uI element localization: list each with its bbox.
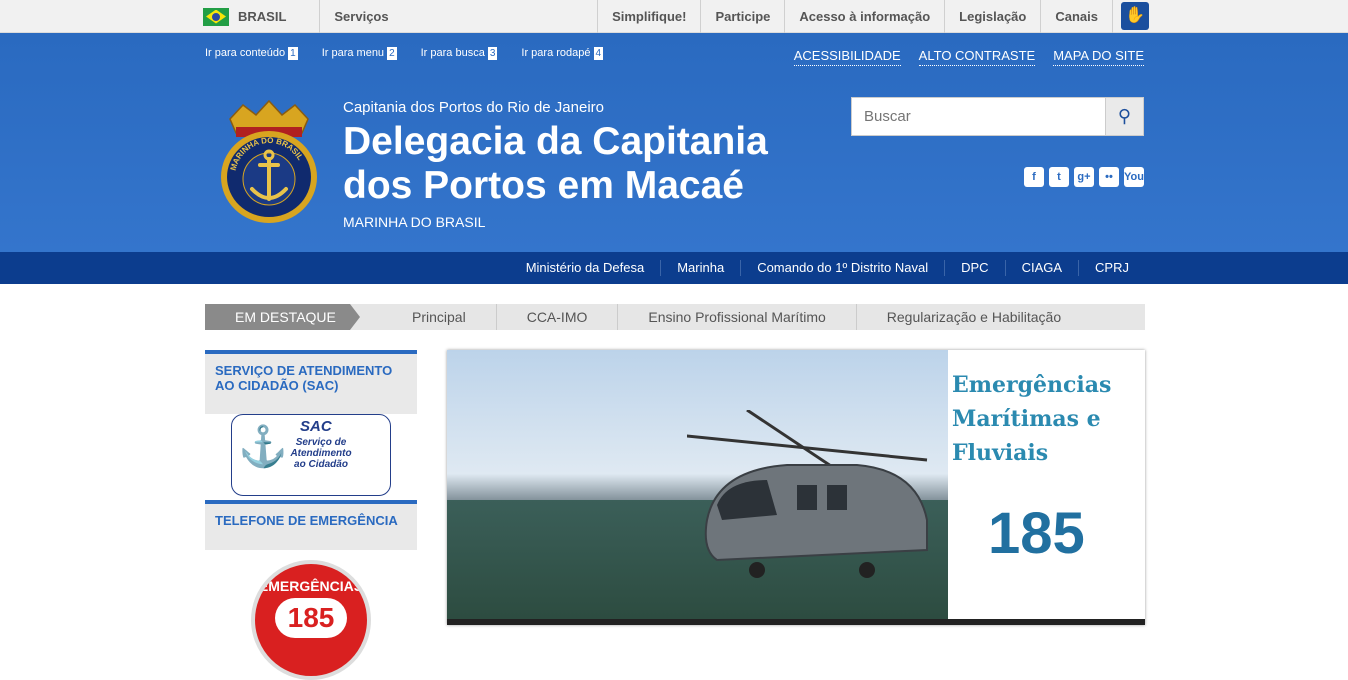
simplifique-link[interactable]: Simplifique! [597, 0, 700, 33]
nav-cprj[interactable]: CPRJ [1078, 260, 1145, 276]
social-links: f t g+ •• You [1024, 167, 1144, 187]
sign-language-icon[interactable]: ✋ [1121, 2, 1149, 30]
search-button[interactable]: ⚲ [1105, 97, 1144, 136]
tab-ensino-profissional[interactable]: Ensino Profissional Marítimo [618, 304, 857, 330]
skip-footer-link[interactable]: Ir para rodapé 4 [521, 47, 604, 60]
nav-comando-1-distrito[interactable]: Comando do 1º Distrito Naval [740, 260, 944, 276]
helicopter-image [687, 410, 928, 578]
site-subtitle: Capitania dos Portos do Rio de Janeiro [343, 99, 604, 116]
facebook-icon[interactable]: f [1024, 167, 1044, 187]
flickr-icon[interactable]: •• [1099, 167, 1119, 187]
accessibility-links: ACESSIBILIDADE ALTO CONTRASTE MAPA DO SI… [793, 48, 1144, 66]
alto-contraste-link[interactable]: ALTO CONTRASTE [918, 48, 1036, 66]
twitter-icon[interactable]: t [1049, 167, 1069, 187]
participe-link[interactable]: Participe [700, 0, 784, 33]
canais-link[interactable]: Canais [1040, 0, 1113, 33]
helicopter-photo [447, 350, 948, 625]
sac-logo-title: SAC [300, 418, 332, 435]
anchor-icon: ⚓ [238, 425, 288, 469]
top-bar: BRASIL Serviços Simplifique! Participe A… [0, 0, 1348, 33]
sidebar: SERVIÇO DE ATENDIMENTO AO CIDADÃO (SAC) … [205, 350, 417, 680]
banner-text-panel: Emergências Marítimas e Fluviais 185 [948, 350, 1145, 625]
sac-logo-subtitle: Serviço de Atendimento ao Cidadão [290, 437, 352, 470]
tab-principal[interactable]: Principal [360, 304, 497, 330]
banner-number: 185 [988, 501, 1085, 566]
skip-search-link[interactable]: Ir para busca 3 [421, 47, 498, 60]
banner-caption-bar [447, 619, 1145, 625]
em-destaque-label: EM DESTAQUE [205, 304, 360, 330]
google-plus-icon[interactable]: g+ [1074, 167, 1094, 187]
featured-banner[interactable]: Emergências Marítimas e Fluviais 185 [447, 350, 1145, 625]
topbar-right: Simplifique! Participe Acesso à informaç… [597, 0, 1149, 33]
emergency-badge-number: 185 [275, 598, 347, 638]
site-title[interactable]: Delegacia da Capitania dos Portos em Mac… [343, 120, 843, 208]
emergency-185-badge[interactable]: EMERGÊNCIAS 185 [251, 560, 371, 680]
skip-menu-link[interactable]: Ir para menu 2 [322, 47, 397, 60]
legislacao-link[interactable]: Legislação [944, 0, 1040, 33]
brasil-link[interactable]: BRASIL [238, 0, 321, 33]
brazil-flag-icon [203, 7, 229, 26]
emergency-badge-text: EMERGÊNCIAS [258, 578, 364, 594]
nav-marinha[interactable]: Marinha [660, 260, 740, 276]
nav-dpc[interactable]: DPC [944, 260, 1004, 276]
sac-logo[interactable]: ⚓ SAC Serviço de Atendimento ao Cidadão [231, 414, 391, 496]
nav-ministerio-defesa[interactable]: Ministério da Defesa [510, 260, 661, 276]
header: Ir para conteúdo 1 Ir para menu 2 Ir para … [0, 33, 1348, 252]
servicos-link[interactable]: Serviços [320, 0, 388, 33]
mapa-do-site-link[interactable]: MAPA DO SITE [1053, 48, 1144, 66]
main-nav: Ministério da Defesa Marinha Comando do … [0, 252, 1348, 284]
sac-heading[interactable]: SERVIÇO DE ATENDIMENTO AO CIDADÃO (SAC) [205, 350, 417, 414]
banner-title: Emergências Marítimas e Fluviais [952, 372, 1112, 466]
tab-cca-imo[interactable]: CCA-IMO [497, 304, 619, 330]
acesso-informacao-link[interactable]: Acesso à informação [784, 0, 944, 33]
acessibilidade-link[interactable]: ACESSIBILIDADE [793, 48, 901, 66]
search-icon: ⚲ [1117, 106, 1132, 126]
youtube-icon[interactable]: You [1124, 167, 1144, 187]
tab-regularizacao[interactable]: Regularização e Habilitação [857, 304, 1091, 330]
site-org: MARINHA DO BRASIL [343, 214, 486, 230]
skip-links: Ir para conteúdo 1 Ir para menu 2 Ir para … [205, 47, 604, 60]
emergency-heading[interactable]: TELEFONE DE EMERGÊNCIA [205, 500, 417, 550]
search-box: ⚲ [851, 97, 1144, 136]
skip-content-link[interactable]: Ir para conteúdo 1 [205, 47, 298, 60]
highlight-tabs: EM DESTAQUE Principal CCA-IMO Ensino Pro… [205, 304, 1145, 330]
navy-emblem-logo[interactable]: MARINHA DO BRASIL [218, 99, 320, 225]
topbar-left: BRASIL Serviços [203, 0, 389, 33]
nav-ciaga[interactable]: CIAGA [1004, 260, 1078, 276]
search-input[interactable] [851, 97, 1105, 136]
